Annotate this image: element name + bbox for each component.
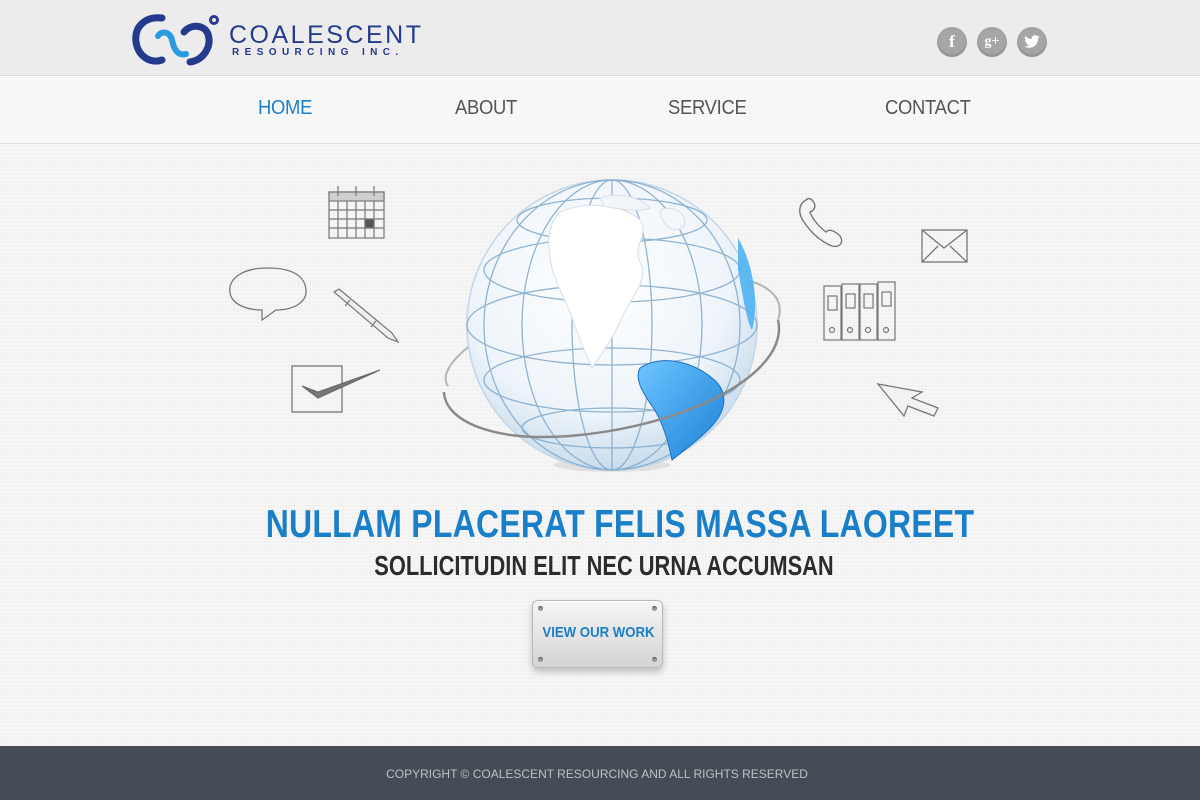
logo[interactable]: COALESCENT RESOURCING INC. — [132, 10, 422, 68]
site-footer: COPYRIGHT © COALESCENT RESOURCING AND AL… — [0, 746, 1200, 800]
checkbox-icon — [291, 365, 381, 413]
rivet-icon — [652, 657, 657, 662]
logo-mark-icon — [132, 14, 219, 66]
hero-illustration — [229, 179, 968, 472]
twitter-icon[interactable] — [1017, 27, 1047, 57]
nav-item-home[interactable]: HOME — [258, 97, 312, 120]
nav-item-contact[interactable]: CONTACT — [885, 97, 971, 120]
calendar-icon — [328, 186, 385, 239]
nav-item-about[interactable]: ABOUT — [455, 97, 517, 120]
google-plus-icon[interactable]: g+ — [977, 27, 1007, 57]
phone-icon — [799, 197, 843, 248]
globe-icon — [466, 179, 758, 472]
logo-tagline: RESOURCING INC. — [232, 47, 404, 58]
speech-bubble-icon — [229, 267, 307, 322]
facebook-icon[interactable]: f — [937, 27, 967, 57]
rivet-icon — [538, 606, 543, 611]
site-header: COALESCENT RESOURCING INC. f g+ — [0, 0, 1200, 76]
cursor-arrow-icon — [876, 383, 939, 418]
google-plus-glyph: g+ — [984, 34, 1000, 49]
envelope-icon — [921, 229, 968, 263]
logo-name: COALESCENT — [229, 21, 424, 49]
twitter-bird-icon — [1024, 35, 1040, 48]
binders-icon — [823, 281, 896, 341]
view-our-work-label: VIEW OUR WORK — [542, 624, 655, 641]
rivet-icon — [538, 657, 543, 662]
pen-icon — [332, 288, 400, 344]
hero-headline: NULLAM PLACERAT FELIS MASSA LAOREET — [265, 503, 975, 546]
facebook-glyph: f — [949, 32, 955, 51]
hero-subheadline: SOLLICITUDIN ELIT NEC URNA ACCUMSAN — [374, 550, 834, 581]
view-our-work-button[interactable]: VIEW OUR WORK — [532, 600, 663, 668]
main-nav: HOME ABOUT SERVICE CONTACT — [0, 76, 1200, 144]
nav-item-service[interactable]: SERVICE — [668, 97, 747, 120]
rivet-icon — [652, 606, 657, 611]
copyright-text: COPYRIGHT © COALESCENT RESOURCING AND AL… — [386, 767, 808, 781]
